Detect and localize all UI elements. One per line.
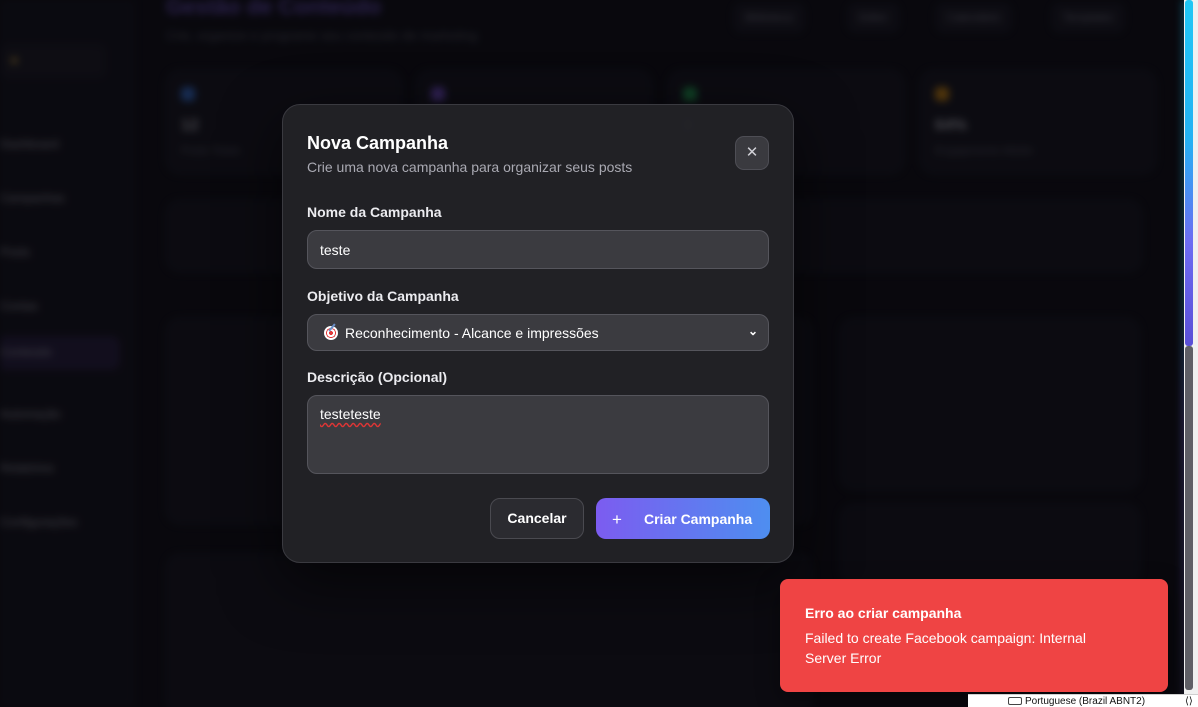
description-label: Descrição (Opcional) <box>307 369 448 385</box>
close-button[interactable]: ✕ <box>735 136 769 170</box>
chevron-down-icon: ⌄ <box>747 324 758 338</box>
campaign-objective-select[interactable]: Reconhecimento - Alcance e impressões ⌄ <box>307 314 769 351</box>
ime-language-bar[interactable]: Portuguese (Brazil ABNT2) ⟨⟩ <box>968 694 1198 707</box>
keyboard-icon <box>1008 697 1022 705</box>
error-toast[interactable]: Erro ao criar campanha Failed to create … <box>780 579 1168 692</box>
close-icon: ✕ <box>745 144 759 161</box>
create-campaign-button[interactable]: + Criar Campanha <box>596 498 770 539</box>
dialog-title: Nova Campanha <box>307 133 449 153</box>
description-text: testeteste <box>320 406 381 422</box>
toast-message: Failed to create Facebook campaign: Inte… <box>805 630 1086 666</box>
plus-icon: + <box>612 510 622 529</box>
collapse-icon[interactable]: ⟨⟩ <box>1185 695 1193 707</box>
scrollbar-thumb[interactable] <box>1185 0 1193 346</box>
new-campaign-dialog: Nova Campanha Crie uma nova campanha par… <box>282 104 794 563</box>
scrollbar-lower <box>1185 346 1193 690</box>
create-campaign-label: Criar Campanha <box>644 511 753 527</box>
target-icon <box>324 326 338 340</box>
campaign-name-label: Nome da Campanha <box>307 204 442 220</box>
campaign-name-input[interactable]: teste <box>307 230 769 269</box>
objective-selected-value: Reconhecimento - Alcance e impressões <box>345 325 599 341</box>
cancel-button[interactable]: Cancelar <box>490 498 584 539</box>
description-textarea[interactable]: testeteste <box>307 395 769 474</box>
ime-language-label: Portuguese (Brazil ABNT2) <box>1025 696 1146 707</box>
toast-title: Erro ao criar campanha <box>805 605 962 621</box>
campaign-objective-label: Objetivo da Campanha <box>307 288 459 304</box>
dialog-description: Crie uma nova campanha para organizar se… <box>307 159 633 175</box>
